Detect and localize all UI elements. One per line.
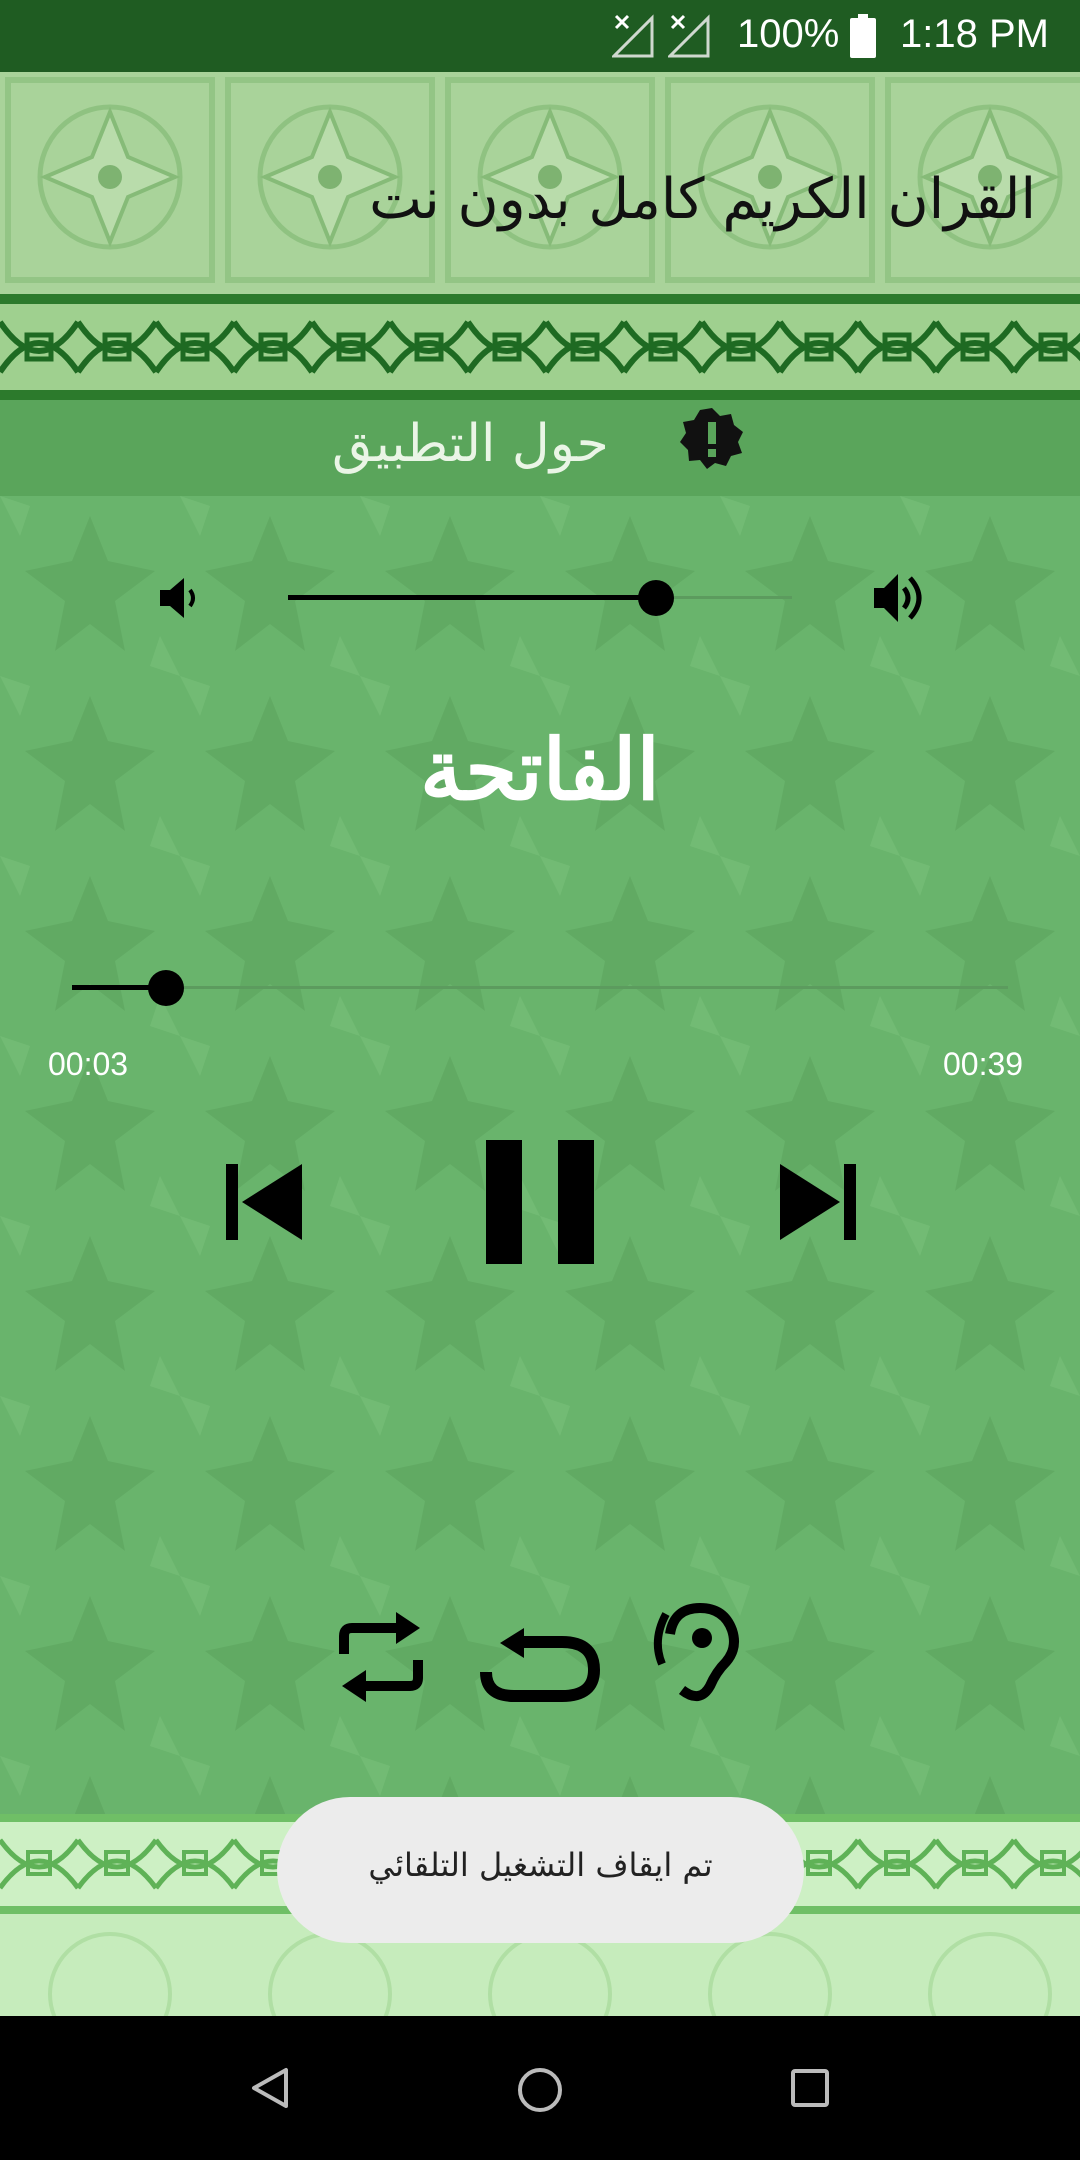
replay-icon[interactable]: [478, 1628, 602, 1702]
seek-thumb[interactable]: [148, 970, 184, 1006]
seek-track: [72, 986, 1008, 989]
system-nav-bar: [0, 2016, 1080, 2160]
total-duration: 00:39: [943, 1046, 1024, 1082]
hearing-icon[interactable]: [652, 1600, 744, 1710]
toast-message: تم ايقاف التشغيل التلقائي: [368, 1846, 713, 1884]
elapsed-time: 00:03: [48, 1046, 129, 1082]
about-app-label: حول التطبيق: [332, 414, 609, 474]
back-icon[interactable]: [250, 2066, 290, 2110]
ornamental-border: [0, 294, 1080, 400]
header-banner: القران الكريم كامل بدون نت: [0, 72, 1080, 294]
skip-next-icon[interactable]: [776, 1164, 856, 1240]
seek-bar[interactable]: [72, 968, 1008, 1008]
volume-fill: [288, 595, 656, 600]
app-title: القران الكريم كامل بدون نت: [369, 167, 1036, 232]
toast-notification: تم ايقاف التشغيل التلقائي: [277, 1797, 804, 1943]
pause-icon[interactable]: [486, 1140, 594, 1264]
surah-name: الفاتحة: [420, 720, 660, 819]
repeat-icon[interactable]: [336, 1608, 426, 1706]
battery-icon: [850, 14, 876, 58]
about-app-button[interactable]: حول التطبيق: [0, 400, 1080, 496]
volume-slider[interactable]: [288, 578, 792, 618]
clock: 1:18 PM: [900, 12, 1049, 56]
volume-low-icon[interactable]: [156, 574, 204, 622]
volume-high-icon[interactable]: [872, 570, 930, 626]
battery-percent: 100%: [737, 12, 840, 56]
alert-badge-icon: [680, 408, 743, 469]
no-signal-icon: [668, 14, 710, 58]
recents-icon[interactable]: [790, 2068, 830, 2108]
home-icon[interactable]: [516, 2066, 564, 2114]
status-bar: 100% 1:18 PM: [0, 0, 1080, 72]
volume-thumb[interactable]: [638, 580, 674, 616]
skip-previous-icon[interactable]: [226, 1164, 306, 1240]
no-signal-icon: [612, 14, 654, 58]
